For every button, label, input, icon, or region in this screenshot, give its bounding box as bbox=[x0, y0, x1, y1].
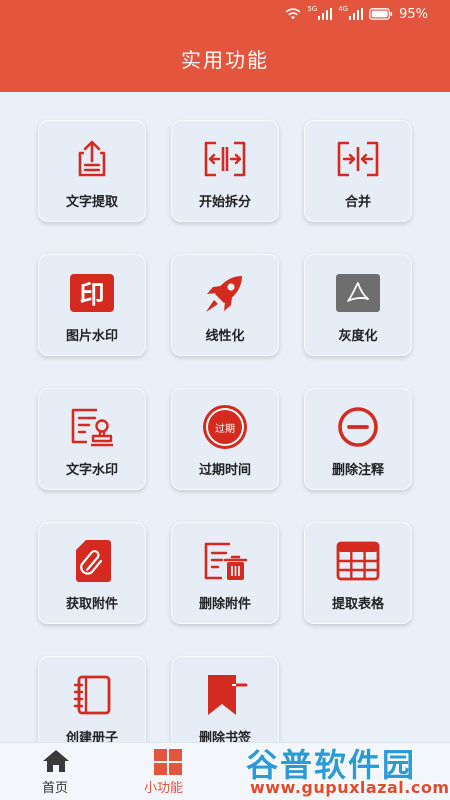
feature-label: 删除注释 bbox=[331, 463, 384, 478]
attachment-icon bbox=[67, 536, 117, 586]
pdf-grayscale-icon bbox=[333, 268, 383, 318]
tab-home-label: 首页 bbox=[42, 781, 69, 796]
expiry-stamp-icon: 过期 bbox=[200, 402, 250, 452]
feature-label: 开始拆分 bbox=[198, 195, 251, 210]
feature-merge[interactable]: 合并 bbox=[304, 120, 412, 222]
feature-label: 文字水印 bbox=[65, 463, 118, 478]
feature-get-attachment[interactable]: 获取附件 bbox=[38, 522, 146, 624]
site-watermark: 谷普软件园 www.gupuxlazal.com bbox=[244, 740, 450, 800]
delete-bookmark-icon bbox=[200, 670, 250, 720]
feature-label: 过期时间 bbox=[198, 463, 251, 478]
merge-icon bbox=[333, 134, 383, 184]
feature-image-watermark[interactable]: 印 图片水印 bbox=[38, 254, 146, 356]
feature-label: 删除附件 bbox=[198, 597, 251, 612]
expiry-stamp-text: 过期 bbox=[206, 408, 244, 446]
delete-attachment-icon bbox=[200, 536, 250, 586]
feature-label: 合并 bbox=[344, 195, 371, 210]
rocket-icon bbox=[200, 268, 250, 318]
feature-delete-attachment[interactable]: 删除附件 bbox=[171, 522, 279, 624]
feature-text-extract[interactable]: 文字提取 bbox=[38, 120, 146, 222]
feature-label: 图片水印 bbox=[65, 329, 118, 344]
tab-tools-label: 小功能 bbox=[144, 781, 184, 796]
feature-label: 提取表格 bbox=[331, 597, 384, 612]
feature-label: 文字提取 bbox=[65, 195, 118, 210]
remove-annotation-icon bbox=[333, 402, 383, 452]
feature-grid: 文字提取 开始拆分 合并 印 图片水印 线性化 灰度化 文字水印 过期 过期时间… bbox=[0, 0, 450, 800]
feature-expiry-time[interactable]: 过期 过期时间 bbox=[171, 388, 279, 490]
feature-text-watermark[interactable]: 文字水印 bbox=[38, 388, 146, 490]
tab-home[interactable]: 首页 bbox=[26, 743, 86, 800]
image-watermark-icon: 印 bbox=[67, 268, 117, 318]
feature-grayscale[interactable]: 灰度化 bbox=[304, 254, 412, 356]
feature-extract-table[interactable]: 提取表格 bbox=[304, 522, 412, 624]
watermark-seal-glyph: 印 bbox=[70, 274, 114, 312]
feature-remove-annotation[interactable]: 删除注释 bbox=[304, 388, 412, 490]
home-icon bbox=[43, 750, 69, 772]
feature-label: 线性化 bbox=[205, 329, 245, 344]
table-icon bbox=[333, 536, 383, 586]
text-watermark-icon bbox=[67, 402, 117, 452]
grid-icon bbox=[154, 749, 182, 775]
text-extract-icon bbox=[67, 134, 117, 184]
feature-label: 灰度化 bbox=[338, 329, 378, 344]
tab-tools[interactable]: 小功能 bbox=[136, 743, 206, 800]
feature-label: 获取附件 bbox=[65, 597, 118, 612]
watermark-url: www.gupuxlazal.com bbox=[250, 778, 450, 797]
split-icon bbox=[200, 134, 250, 184]
feature-split[interactable]: 开始拆分 bbox=[171, 120, 279, 222]
feature-linearize[interactable]: 线性化 bbox=[171, 254, 279, 356]
booklet-icon bbox=[67, 670, 117, 720]
